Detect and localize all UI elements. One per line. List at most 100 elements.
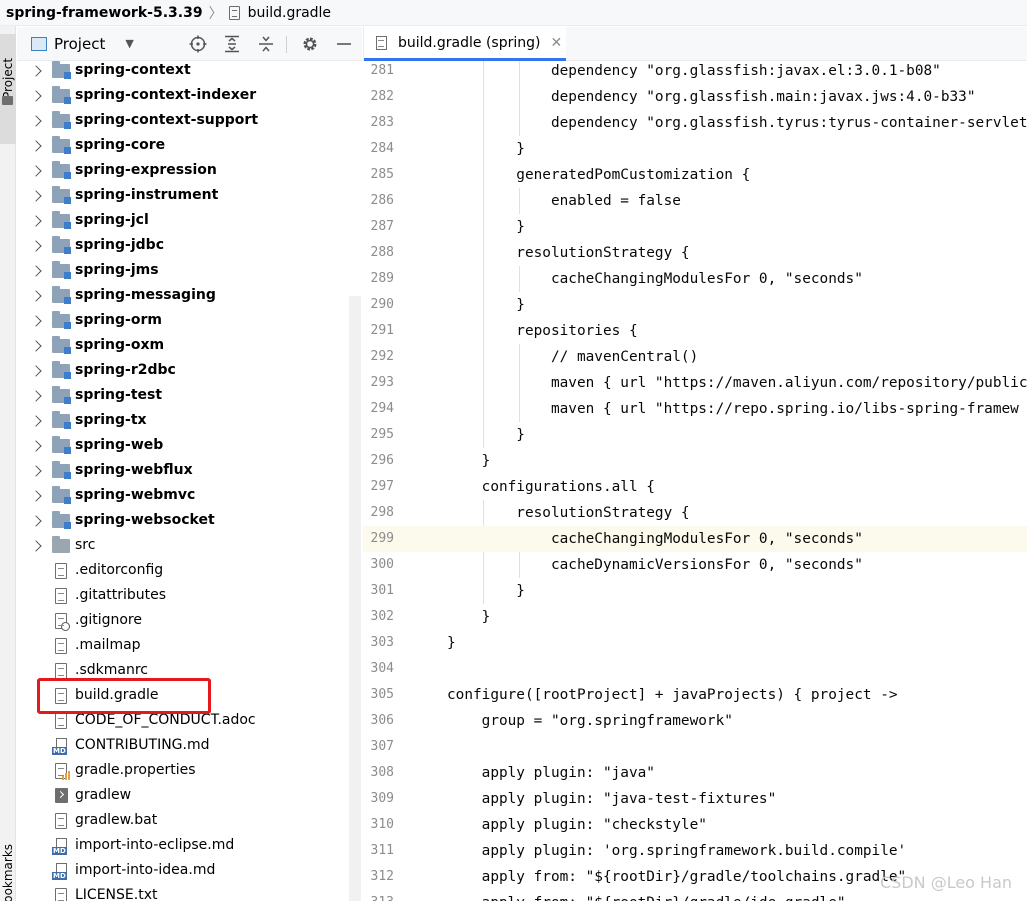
chevron-right-icon[interactable] [30, 190, 42, 202]
code-line[interactable]: apply plugin: "checkstyle" [447, 812, 707, 838]
bookmarks-tool-window-button[interactable]: Bookmarks [1, 844, 15, 901]
tree-item[interactable]: spring-jcl [17, 209, 347, 234]
code-line[interactable]: // mavenCentral() [447, 344, 698, 370]
tree-item[interactable]: MD import-into-eclipse.md [17, 834, 347, 859]
project-tree[interactable]: spring-context spring-context-indexer spri… [17, 61, 362, 901]
minimize-icon[interactable] [335, 35, 353, 53]
tree-item[interactable]: gradlew [17, 784, 347, 809]
tree-item[interactable]: spring-webmvc [17, 484, 347, 509]
code-line[interactable]: } [447, 136, 525, 162]
chevron-right-icon[interactable] [30, 90, 42, 102]
project-view-selector[interactable]: Project [54, 35, 105, 53]
code-line[interactable]: dependency "org.glassfish.tyrus:tyrus-co… [447, 110, 1027, 136]
tree-item[interactable]: src [17, 534, 347, 559]
chevron-right-icon[interactable] [30, 240, 42, 252]
tree-item[interactable]: spring-expression [17, 159, 347, 184]
tree-item[interactable]: spring-context-support [17, 109, 347, 134]
module-folder-icon [52, 236, 71, 254]
chevron-right-icon[interactable] [30, 265, 42, 277]
chevron-right-icon[interactable] [30, 140, 42, 152]
tree-item[interactable]: spring-orm [17, 309, 347, 334]
code-line[interactable]: cacheChangingModulesFor 0, "seconds" [447, 526, 863, 552]
tree-item[interactable]: spring-core [17, 134, 347, 159]
tree-item[interactable]: spring-context [17, 61, 347, 84]
code-line[interactable]: configurations.all { [447, 474, 655, 500]
tab-build-gradle[interactable]: build.gradle (spring) ✕ [364, 27, 566, 61]
code-line[interactable]: apply plugin: 'org.springframework.build… [447, 838, 907, 864]
gear-icon[interactable] [301, 35, 319, 53]
code-line[interactable]: } [447, 630, 456, 656]
code-line[interactable]: } [447, 214, 525, 240]
chevron-down-icon[interactable]: ▼ [125, 37, 133, 50]
chevron-right-icon[interactable] [30, 115, 42, 127]
tree-item[interactable]: spring-jdbc [17, 234, 347, 259]
code-line[interactable]: generatedPomCustomization { [447, 162, 750, 188]
chevron-right-icon[interactable] [30, 290, 42, 302]
close-icon[interactable]: ✕ [550, 35, 562, 51]
code-line[interactable]: apply from: "${rootDir}/gradle/toolchain… [447, 864, 907, 890]
code-line[interactable]: apply from: "${rootDir}/gradle/ide.gradl… [447, 890, 846, 901]
code-line[interactable]: maven { url "https://maven.aliyun.com/re… [447, 370, 1027, 396]
chevron-right-icon[interactable] [30, 515, 42, 527]
code-line[interactable]: maven { url "https://repo.spring.io/libs… [447, 396, 1019, 422]
project-tool-window-button[interactable]: Project [0, 34, 16, 144]
code-line[interactable]: } [447, 448, 491, 474]
collapse-all-icon[interactable] [257, 35, 275, 53]
code-line[interactable]: cacheDynamicVersionsFor 0, "seconds" [447, 552, 863, 578]
chevron-right-icon[interactable] [30, 165, 42, 177]
chevron-right-icon[interactable] [30, 390, 42, 402]
code-line[interactable]: } [447, 422, 525, 448]
code-line[interactable]: resolutionStrategy { [447, 240, 689, 266]
tree-item[interactable]: gradlew.bat [17, 809, 347, 834]
breadcrumb-project[interactable]: spring-framework-5.3.39 [6, 5, 203, 21]
chevron-right-icon[interactable] [30, 215, 42, 227]
tree-item[interactable]: spring-web [17, 434, 347, 459]
code-line[interactable]: configure([rootProject] + javaProjects) … [447, 682, 898, 708]
tree-item[interactable]: LICENSE.txt [17, 884, 347, 901]
tree-item[interactable]: MD import-into-idea.md [17, 859, 347, 884]
chevron-right-icon[interactable] [30, 415, 42, 427]
code-line[interactable]: enabled = false [447, 188, 681, 214]
expand-all-icon[interactable] [223, 35, 241, 53]
code-line[interactable]: group = "org.springframework" [447, 708, 733, 734]
tree-item[interactable]: spring-instrument [17, 184, 347, 209]
code-line[interactable]: } [447, 604, 491, 630]
tree-item[interactable]: spring-r2dbc [17, 359, 347, 384]
tree-item[interactable]: spring-tx [17, 409, 347, 434]
code-line[interactable]: repositories { [447, 318, 637, 344]
tree-item[interactable]: .gitattributes [17, 584, 347, 609]
chevron-right-icon[interactable] [30, 340, 42, 352]
tree-item[interactable]: spring-oxm [17, 334, 347, 359]
crosshair-icon[interactable] [189, 35, 207, 53]
code-line[interactable]: cacheChangingModulesFor 0, "seconds" [447, 266, 863, 292]
code-line[interactable]: } [447, 578, 525, 604]
code-line[interactable]: apply plugin: "java-test-fixtures" [447, 786, 777, 812]
code-line[interactable]: resolutionStrategy { [447, 500, 689, 526]
tree-item[interactable]: .mailmap [17, 634, 347, 659]
tree-item[interactable]: gradle.properties [17, 759, 347, 784]
text-file-icon [55, 813, 67, 829]
tree-item[interactable]: .editorconfig [17, 559, 347, 584]
chevron-right-icon[interactable] [30, 365, 42, 377]
code-line[interactable]: dependency "org.glassfish:javax.el:3.0.1… [447, 61, 941, 84]
tree-item[interactable]: spring-webflux [17, 459, 347, 484]
chevron-right-icon[interactable] [30, 65, 42, 77]
tree-item[interactable]: spring-context-indexer [17, 84, 347, 109]
tree-item[interactable]: spring-jms [17, 259, 347, 284]
code-line[interactable]: dependency "org.glassfish.main:javax.jws… [447, 84, 976, 110]
chevron-right-icon[interactable] [30, 540, 42, 552]
tree-item[interactable]: .gitignore [17, 609, 347, 634]
editor-code-area[interactable]: dependency "org.glassfish:javax.el:3.0.1… [438, 61, 1027, 901]
chevron-right-icon[interactable] [30, 490, 42, 502]
breadcrumb-file[interactable]: build.gradle [248, 5, 332, 21]
tree-item[interactable]: MD CONTRIBUTING.md [17, 734, 347, 759]
code-line[interactable]: apply plugin: "java" [447, 760, 655, 786]
chevron-right-icon[interactable] [30, 315, 42, 327]
tree-item[interactable]: spring-websocket [17, 509, 347, 534]
project-tree-scrollbar[interactable] [349, 296, 361, 901]
tree-item[interactable]: spring-test [17, 384, 347, 409]
chevron-right-icon[interactable] [30, 465, 42, 477]
tree-item[interactable]: spring-messaging [17, 284, 347, 309]
chevron-right-icon[interactable] [30, 440, 42, 452]
code-line[interactable]: } [447, 292, 525, 318]
